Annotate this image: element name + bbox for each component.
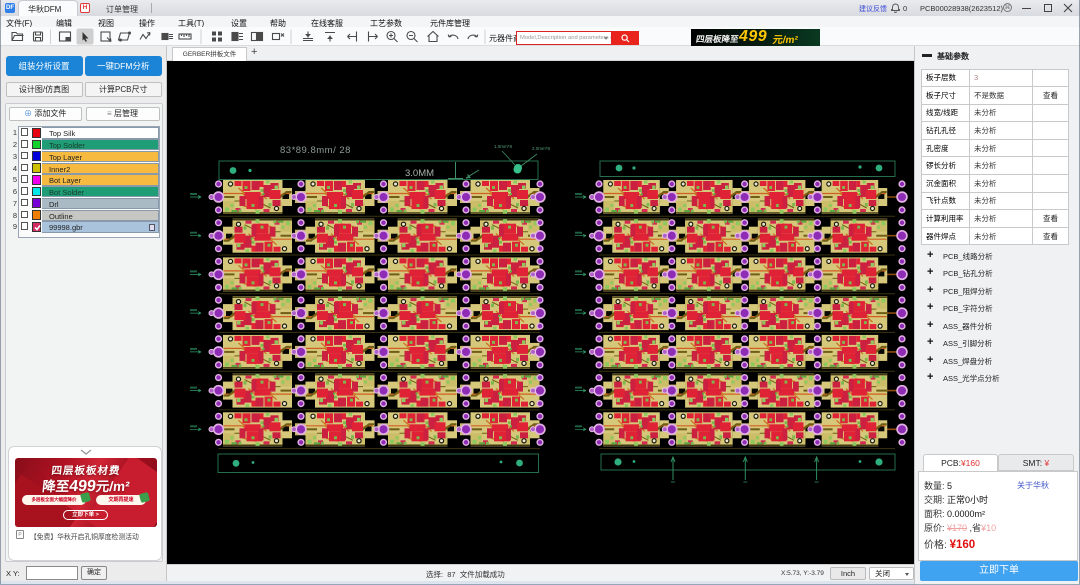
svg-text:83*89.8mm/ 28: 83*89.8mm/ 28 [280,145,351,156]
svg-text:1.0mm*8: 1.0mm*8 [494,144,513,149]
svg-text:3.0MM: 3.0MM [405,168,434,179]
svg-text:2.0mm*8: 2.0mm*8 [532,146,551,151]
